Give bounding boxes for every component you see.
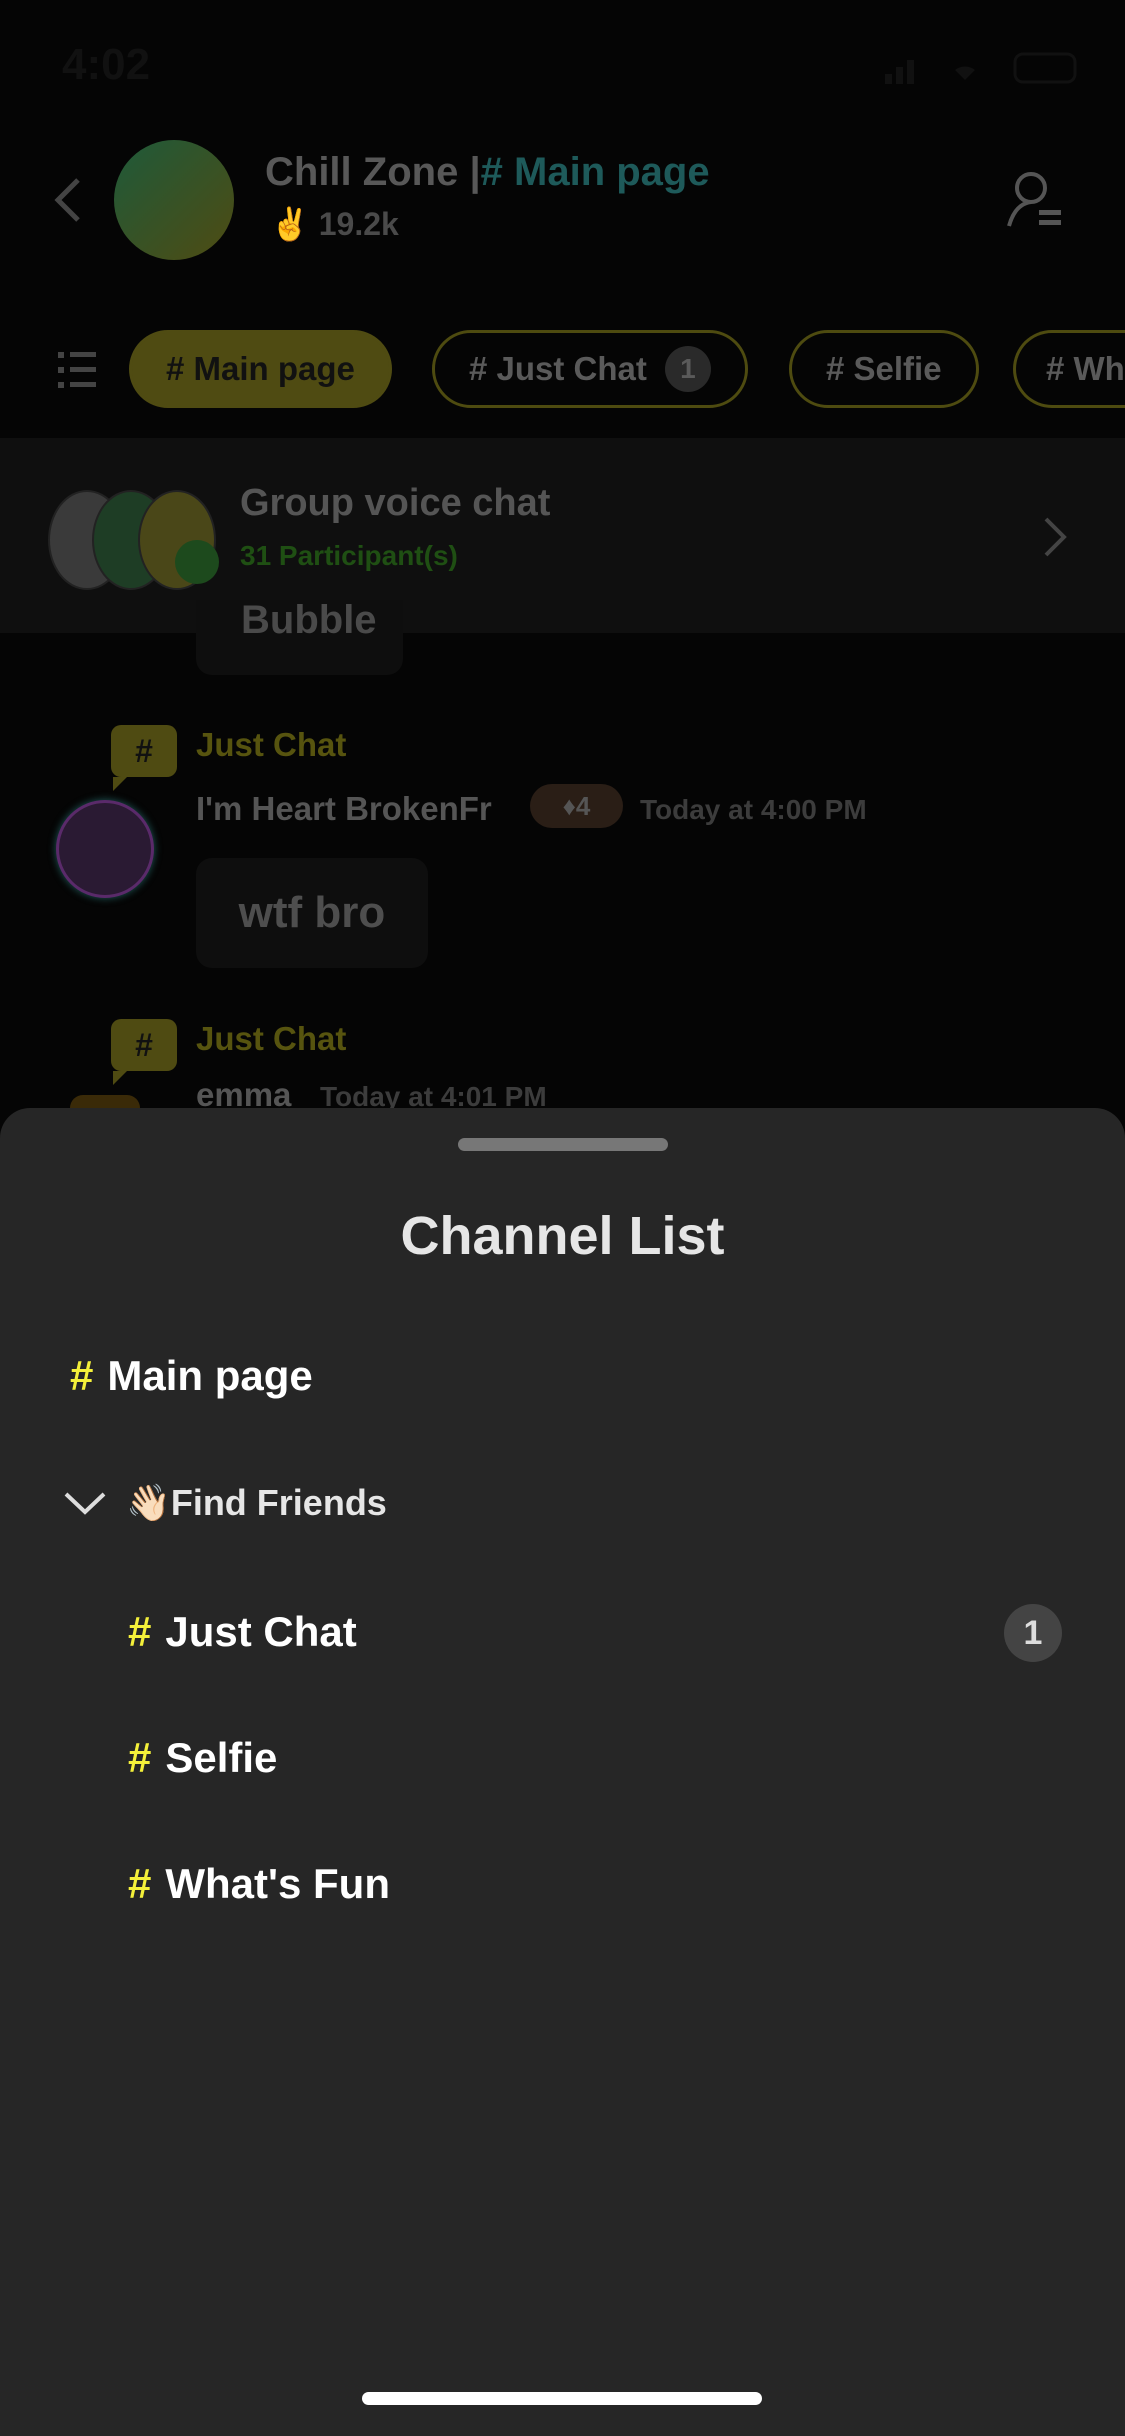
chevron-down-icon — [64, 1492, 106, 1515]
hash-icon: # — [128, 1860, 152, 1907]
message-bubble: Bubble — [196, 600, 403, 675]
server-title: Chill Zone |# Main page — [265, 150, 710, 194]
channel-tag-icon: # — [111, 725, 177, 791]
author-avatar[interactable] — [56, 800, 154, 898]
members-list-icon[interactable] — [1005, 170, 1065, 230]
message-bubble: wtf bro — [196, 858, 428, 968]
wave-emoji: 👋🏻 — [126, 1482, 171, 1523]
tab-main-page[interactable]: # Main page — [129, 330, 392, 408]
hash-icon: # — [70, 1352, 94, 1399]
channel-tag-icon: # — [111, 1019, 177, 1085]
message-channel: Just Chat — [196, 1020, 347, 1057]
member-count: ✌ 19.2k — [270, 206, 399, 242]
voice-title: Group voice chat — [240, 482, 551, 524]
tab-whats-fun[interactable]: # Wh — [1013, 330, 1125, 408]
channel-list-icon[interactable] — [58, 350, 98, 390]
author-name: emma — [196, 1076, 292, 1113]
status-icons — [885, 52, 1077, 84]
author-name[interactable]: I'm Heart BrokenFr — [196, 790, 492, 828]
hash-icon: # — [128, 1608, 152, 1655]
status-time: 4:02 — [62, 40, 151, 89]
voice-active-icon — [175, 540, 219, 584]
chevron-right-icon — [1044, 517, 1067, 557]
message-channel: Just Chat — [196, 726, 347, 763]
tab-selfie[interactable]: # Selfie — [789, 330, 979, 408]
home-indicator[interactable] — [362, 2392, 762, 2405]
category-find-friends[interactable]: 👋🏻 Find Friends — [62, 1482, 387, 1524]
back-icon[interactable] — [50, 175, 90, 225]
hash-icon: # — [128, 1734, 152, 1781]
voice-participants: 31 Participant(s) — [240, 540, 458, 571]
tab-just-chat[interactable]: # Just Chat 1 — [432, 330, 748, 408]
channel-item-selfie[interactable]: # Selfie — [128, 1734, 277, 1782]
level-badge: ♦ 4 — [530, 784, 623, 828]
tab-unread-badge: 1 — [664, 346, 711, 392]
message-time: Today at 4:00 PM — [640, 794, 867, 825]
sheet-title: Channel List — [400, 1206, 725, 1266]
unread-badge: 1 — [1004, 1604, 1062, 1662]
sheet-drag-handle[interactable] — [458, 1138, 668, 1151]
server-avatar[interactable] — [114, 140, 234, 260]
channel-item-whats-fun[interactable]: # What's Fun — [128, 1860, 390, 1908]
message-time: Today at 4:01 PM — [320, 1081, 547, 1112]
channel-item-just-chat[interactable]: # Just Chat — [128, 1608, 357, 1656]
author-avatar[interactable] — [70, 1095, 140, 1108]
channel-item-main-page[interactable]: # Main page — [70, 1352, 313, 1400]
